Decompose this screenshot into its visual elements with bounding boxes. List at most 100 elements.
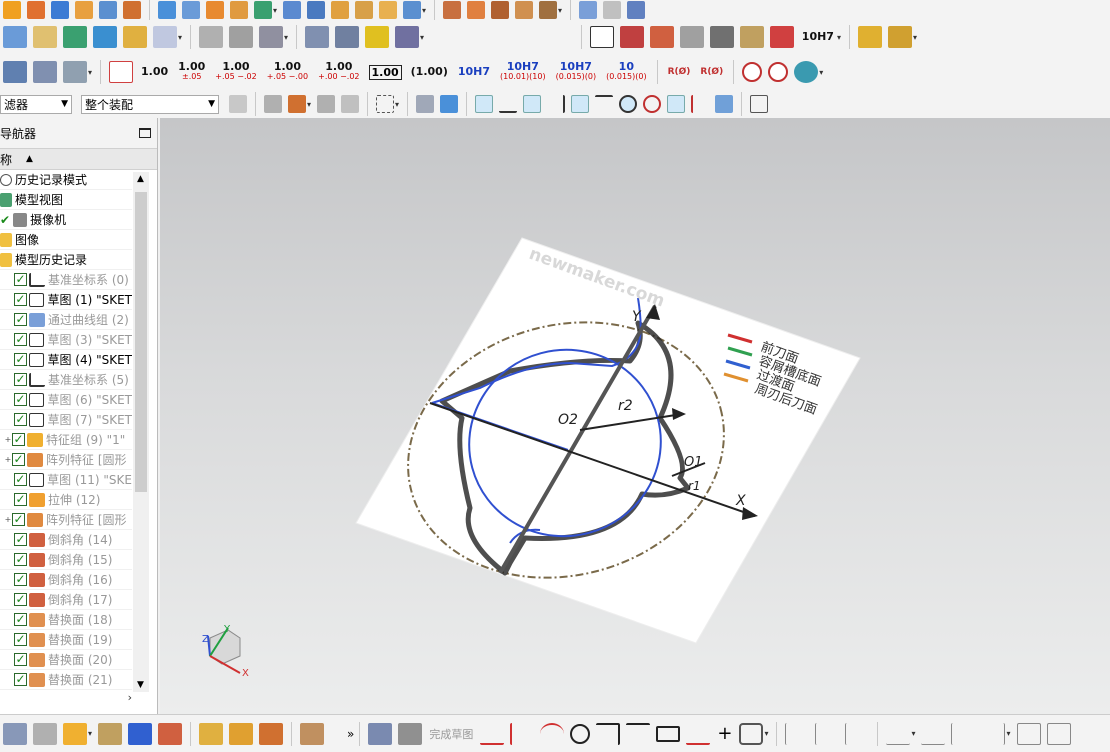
note-icon[interactable] [33,26,57,48]
tree-item-feature[interactable]: ✓ 倒斜角 (17) [0,590,132,610]
surface-icon[interactable] [403,1,422,19]
snap-endpoint-icon[interactable] [475,95,494,113]
visibility-checkbox[interactable]: ✓ [14,353,27,366]
snap-line-icon[interactable] [499,95,518,113]
scroll-down-icon[interactable]: ▼ [137,680,144,690]
expand-icon[interactable]: + [4,515,12,524]
draft-icon[interactable] [355,1,374,19]
fit-10-tol[interactable]: 10 (0.015)(0) [606,61,646,82]
assembly-scope-select[interactable]: 整个装配 ▼ [81,94,219,114]
tree-item-feature[interactable]: ✓ 草图 (6) "SKET [0,390,132,410]
expand-icon[interactable]: + [4,435,12,444]
finish-sketch-icon[interactable] [398,722,423,745]
dropdown-arrow[interactable]: ▾ [88,729,92,738]
text-abc-icon[interactable] [153,26,177,48]
fit-10h7-tol[interactable]: 10H7 (0.015)(0) [556,61,596,82]
table-icon[interactable] [619,26,644,48]
shell-icon[interactable] [331,1,350,19]
dropdown-arrow[interactable]: ▾ [1006,729,1010,738]
drawing-sheet-icon[interactable] [33,61,57,83]
graphics-window[interactable]: 前刀面 容屑槽底面 过渡面 周刃后刀面 newmaker.com Y X O2 … [160,118,1110,714]
tree-item-feature[interactable]: ✓ 通过曲线组 (2) [0,310,132,330]
dim-limit-2[interactable]: 1.00 +.05 −.00 [267,61,308,82]
dropdown-arrow[interactable]: ▾ [420,33,424,42]
tree-item-feature[interactable]: ✓ 倒斜角 (15) [0,550,132,570]
expand-icon[interactable]: + [4,455,12,464]
analysis-icon[interactable] [579,1,598,19]
snap-curve-icon[interactable] [547,95,566,113]
dropdown-arrow[interactable]: ▾ [913,33,917,42]
visibility-checkbox[interactable]: ✓ [14,493,27,506]
tree-item-model-views[interactable]: 模型视图 [0,190,132,210]
snap-point-icon[interactable] [667,95,686,113]
horizontal-scrollbar[interactable]: › [0,690,132,704]
unite-icon[interactable] [230,1,248,19]
sketch-task-icon[interactable] [368,722,393,745]
tree-item-feature[interactable]: ✓ 草图 (3) "SKET [0,330,132,350]
sort-up-icon[interactable]: ▲ [26,154,33,164]
hole-icon[interactable] [158,1,176,19]
snap-quadrant-icon[interactable] [643,95,662,113]
boss-icon[interactable] [182,1,200,19]
view-direction-icon[interactable] [63,61,87,83]
dropdown-arrow[interactable]: ▾ [273,6,277,15]
dim-limit-3[interactable]: 1.00 +.00 −.02 [318,61,359,82]
tree-item-feature[interactable]: ✓ 替换面 (18) [0,610,132,630]
profile-icon[interactable] [480,723,505,745]
point-icon[interactable]: + [717,723,732,744]
dropdown-arrow[interactable]: ▾ [395,100,399,109]
axis-icon[interactable] [93,26,117,48]
replace-face-icon[interactable] [491,1,510,19]
block-icon[interactable] [51,1,69,19]
snap-face-icon[interactable] [715,95,734,113]
dropdown-arrow[interactable]: ▾ [819,68,823,77]
snap-grid-icon[interactable] [1016,722,1041,745]
dropdown-arrow[interactable]: ▾ [911,729,915,738]
tree-item-history-mode[interactable]: 历史记录模式 [0,170,132,190]
extrude-icon[interactable] [27,1,45,19]
tree-item-feature[interactable]: ✓ 草图 (7) "SKET [0,410,132,430]
tree-item-feature[interactable]: + ✓ 阵列特征 [圆形 [0,510,132,530]
visibility-checkbox[interactable]: ✓ [14,333,27,346]
visibility-checkbox[interactable]: ✓ [14,393,27,406]
visibility-checkbox[interactable]: ✓ [14,573,27,586]
radius-icon[interactable]: R(Ø) [668,67,691,77]
tree-item-feature[interactable]: + ✓ 阵列特征 [圆形 [0,450,132,470]
dim-limit-1[interactable]: 1.00 +.05 −.02 [215,61,256,82]
auto-constraint-icon[interactable] [981,722,1006,745]
diameter-icon[interactable] [742,62,763,82]
dropdown-arrow[interactable]: ▾ [307,100,311,109]
tree-item-feature[interactable]: ✓ 草图 (4) "SKET [0,350,132,370]
pattern-grid-icon[interactable] [679,26,704,48]
circle-icon[interactable] [570,723,591,744]
sync-icon[interactable] [539,1,558,19]
visibility-checkbox[interactable]: ✓ [14,273,27,286]
mirror-assembly-icon[interactable] [158,722,183,745]
project-curve-icon[interactable] [259,26,284,48]
curve-icon[interactable] [199,26,224,48]
offset-face-icon[interactable] [379,1,398,19]
spline-icon[interactable] [229,26,254,48]
dim-bilateral[interactable]: 1.00 ±.05 [178,61,205,82]
dropdown-arrow[interactable]: ▾ [837,33,841,42]
visibility-checkbox[interactable]: ✓ [14,553,27,566]
measure-icon[interactable] [603,1,622,19]
snap-midpoint-icon[interactable] [523,95,542,113]
part-list-icon[interactable] [300,722,325,745]
tree-item-feature[interactable]: ✓ 倒斜角 (16) [0,570,132,590]
navigator-scrollbar[interactable]: ▲ ▼ [133,172,149,692]
feature-icon[interactable] [3,1,21,19]
snap-on-curve-icon[interactable] [691,95,709,113]
wave-link-icon[interactable] [259,722,284,745]
visibility-checkbox[interactable]: ✓ [14,293,27,306]
feature-select-icon[interactable] [288,95,306,113]
visibility-checkbox[interactable]: ✓ [14,373,27,386]
diameter-dim-icon[interactable] [768,62,789,82]
triangle-icon[interactable] [589,26,614,48]
tree-item-feature[interactable]: ✓ 草图 (1) "SKET [0,290,132,310]
visibility-checkbox[interactable]: ✓ [14,533,27,546]
resize-icon[interactable] [515,1,534,19]
visibility-checkbox[interactable]: ✓ [12,433,25,446]
route-icon[interactable] [199,722,224,745]
visibility-checkbox[interactable]: ✓ [14,313,27,326]
